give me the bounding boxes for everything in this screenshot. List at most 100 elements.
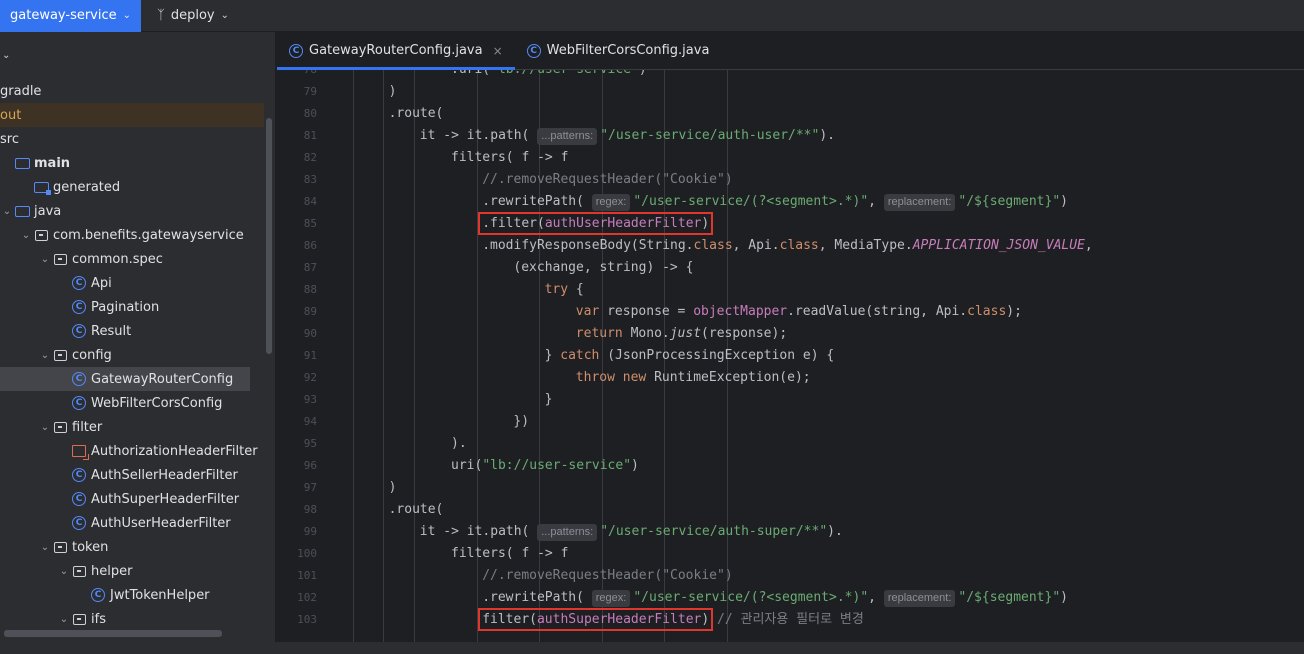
- tree-item[interactable]: C WebFilterCorsConfig: [0, 391, 264, 415]
- code-line[interactable]: 95).: [277, 433, 1304, 455]
- chevron-down-icon[interactable]: ⌄: [2, 50, 10, 61]
- code-line[interactable]: 103 filter(authSuperHeaderFilter) // 관리자용…: [277, 608, 1304, 631]
- code-line[interactable]: 91} catch (JsonProcessingException e) {: [277, 345, 1304, 367]
- editor-tabs: C GatewayRouterConfig.java × C WebFilterCors…: [277, 32, 1304, 70]
- tree-item[interactable]: ⌄ filter: [0, 415, 264, 439]
- folder-glyph: [33, 181, 51, 195]
- code-line[interactable]: 93}: [277, 389, 1304, 411]
- tree-item-label: com.benefits.gatewayservice: [53, 227, 244, 243]
- tree-item[interactable]: main: [0, 151, 264, 175]
- class-glyph: C: [72, 324, 86, 338]
- tree-item[interactable]: src: [0, 127, 264, 151]
- editor-tab[interactable]: C WebFilterCorsConfig.java: [515, 32, 722, 69]
- code-editor[interactable]: 78.uri("lb://user-service")79)80.route(8…: [277, 70, 1304, 642]
- code-line[interactable]: 102 .rewritePath( regex: "/user-service/(?…: [277, 587, 1304, 609]
- expand-chevron-icon[interactable]: ⌄: [38, 422, 52, 433]
- code-text: it -> it.path( ...patterns: "/user-servic…: [420, 521, 843, 543]
- tree-item[interactable]: ⌄ token: [0, 535, 264, 559]
- tree-item[interactable]: ⌄ ifs: [0, 607, 264, 631]
- code-line[interactable]: 92 throw new RuntimeException(e);: [277, 367, 1304, 389]
- class-icon: C: [90, 587, 106, 603]
- tree-item[interactable]: ⌄ helper: [0, 559, 264, 583]
- editor-tab[interactable]: C GatewayRouterConfig.java ×: [277, 32, 515, 70]
- tree-item[interactable]: C JwtTokenHelper: [0, 583, 264, 607]
- code-line[interactable]: 87 (exchange, string) -> {: [277, 257, 1304, 279]
- project-selector[interactable]: gateway-service ⌄: [0, 0, 142, 32]
- tree-item[interactable]: ⌄ config: [0, 343, 264, 367]
- code-line[interactable]: 96 uri("lb://user-service"): [277, 455, 1304, 477]
- code-line[interactable]: 99 it -> it.path( ...patterns: "/user-serv…: [277, 521, 1304, 543]
- code-line[interactable]: 84 .rewritePath( regex: "/user-service/(?<…: [277, 191, 1304, 213]
- expand-chevron-icon[interactable]: ⌄: [38, 254, 52, 265]
- code-token: "/${segment}": [958, 590, 1061, 605]
- parameter-hint: regex:: [591, 590, 631, 607]
- code-line[interactable]: 82 filters( f -> f: [277, 147, 1304, 169]
- tree-item[interactable]: C Api: [0, 271, 264, 295]
- code-line[interactable]: 79): [277, 81, 1304, 103]
- line-number: 101: [297, 569, 317, 582]
- package-glyph: [72, 613, 86, 625]
- line-number: 78: [277, 70, 317, 81]
- tree-item[interactable]: generated: [0, 175, 264, 199]
- expand-chevron-icon[interactable]: ⌄: [38, 350, 52, 361]
- code-line[interactable]: 86 .modifyResponseBody(String.class, Api.…: [277, 235, 1304, 257]
- code-token: it -> it.path(: [419, 524, 538, 539]
- tree-item[interactable]: ⌄ com.benefits.gatewayservice: [0, 223, 264, 247]
- line-number: 91: [303, 349, 317, 362]
- class-icon: C: [71, 323, 87, 339]
- code-token: class: [779, 238, 819, 253]
- code-text: filter(authSuperHeaderFilter) // 관리자용 필터…: [478, 608, 864, 631]
- expand-chevron-icon[interactable]: ⌄: [38, 542, 52, 553]
- code-line[interactable]: 98 .route(: [277, 499, 1304, 521]
- expand-chevron-icon[interactable]: ⌄: [57, 614, 71, 625]
- tree-item[interactable]: C AuthSuperHeaderFilter: [0, 487, 264, 511]
- expand-chevron-icon[interactable]: ⌄: [57, 566, 71, 577]
- code-line[interactable]: 97): [277, 477, 1304, 499]
- code-text: ): [389, 477, 397, 499]
- tree-item[interactable]: out: [0, 103, 264, 127]
- vertical-scrollbar[interactable]: [266, 118, 272, 354]
- tree-item[interactable]: C Result: [0, 319, 264, 343]
- tab-label: GatewayRouterConfig.java: [309, 43, 483, 58]
- branch-selector[interactable]: ᛉ deploy ⌄: [157, 8, 229, 23]
- project-name: gateway-service: [10, 8, 117, 23]
- line-number: 85: [303, 217, 317, 230]
- expand-chevron-icon[interactable]: ⌄: [0, 206, 14, 217]
- tree-item[interactable]: ⌄ common.spec: [0, 247, 264, 271]
- code-line[interactable]: 85 .filter(authUserHeaderFilter): [277, 212, 1304, 235]
- code-line[interactable]: 90 return Mono.just(response);: [277, 323, 1304, 345]
- code-line[interactable]: 81 it -> it.path( ...patterns: "/user-serv…: [277, 125, 1304, 147]
- code-token: "/user-service/(?<segment>.*)": [633, 194, 869, 209]
- code-line[interactable]: 101 //.removeRequestHeader("Cookie"): [277, 565, 1304, 587]
- line-number: 93: [303, 393, 317, 406]
- code-token: .uri(: [451, 70, 490, 77]
- code-line[interactable]: 100 filters( f -> f: [277, 543, 1304, 565]
- code-text: .uri("lb://user-service"): [451, 70, 647, 81]
- tree-item-label: JwtTokenHelper: [110, 587, 210, 603]
- tree-item[interactable]: gradle: [0, 79, 264, 103]
- class-glyph: C: [72, 396, 86, 410]
- class-glyph: C: [72, 276, 86, 290]
- tree-item[interactable]: C Pagination: [0, 295, 264, 319]
- tree-item[interactable]: ⌄ java: [0, 199, 264, 223]
- code-line[interactable]: 94}): [277, 411, 1304, 433]
- tree-item[interactable]: C AuthSellerHeaderFilter: [0, 463, 264, 487]
- tree-item[interactable]: C GatewayRouterConfig: [0, 367, 250, 391]
- package-icon: [52, 419, 68, 435]
- folder-glyph: [14, 205, 30, 217]
- close-icon[interactable]: ×: [493, 44, 503, 58]
- code-token: uri(: [451, 458, 483, 473]
- code-token: , Api.: [732, 238, 780, 253]
- parameter-hint: ...patterns:: [537, 524, 598, 541]
- horizontal-scrollbar[interactable]: [4, 630, 222, 637]
- code-line[interactable]: 83 //.removeRequestHeader("Cookie"): [277, 169, 1304, 191]
- expand-chevron-icon[interactable]: ⌄: [19, 230, 33, 241]
- tree-item[interactable]: C AuthUserHeaderFilter: [0, 511, 264, 535]
- highlight-box: .filter(authUserHeaderFilter): [478, 212, 714, 235]
- code-line[interactable]: 78 .uri("lb://user-service"): [277, 70, 1304, 81]
- code-line[interactable]: 80 .route(: [277, 103, 1304, 125]
- tree-item[interactable]: AuthorizationHeaderFilter: [0, 439, 264, 463]
- code-token: authUserHeaderFilter: [544, 216, 702, 231]
- code-line[interactable]: 89 var response = objectMapper.readValue(…: [277, 301, 1304, 323]
- code-line[interactable]: 88 try {: [277, 279, 1304, 301]
